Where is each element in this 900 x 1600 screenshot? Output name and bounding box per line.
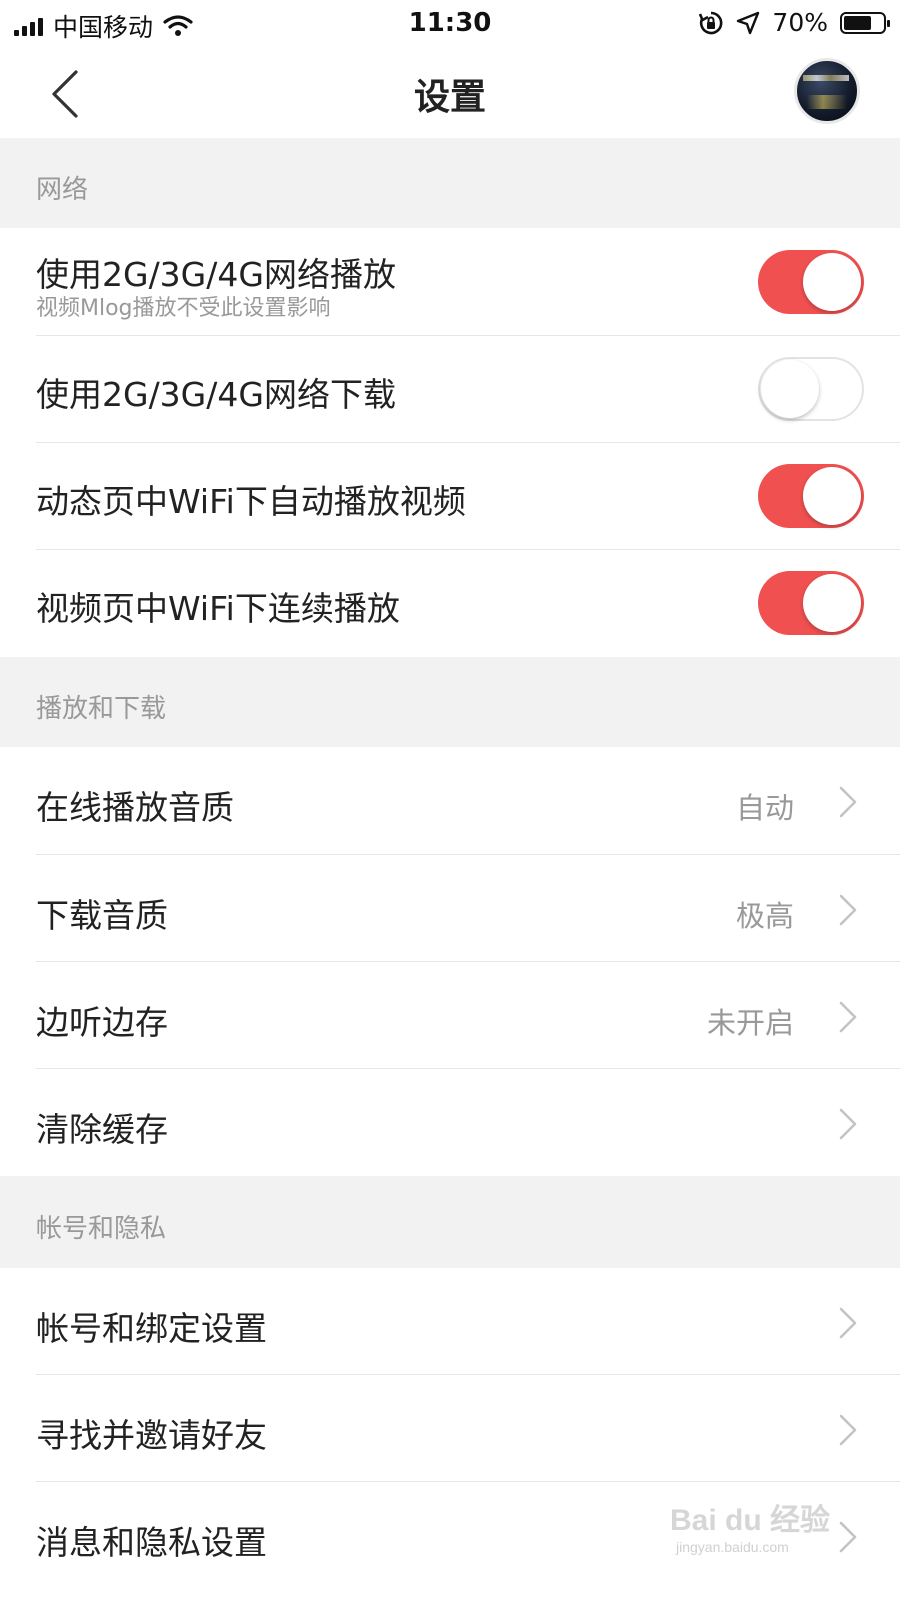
row-sublabel: 视频Mlog播放不受此设置影响 [36,296,331,321]
row-label: 寻找并邀请好友 [36,1416,267,1455]
setting-row-cache-while-listening[interactable]: 边听边存 未开启 [0,962,900,1069]
row-value: 自动 [735,791,794,825]
avatar[interactable] [794,58,860,124]
chevron-right-icon [839,1307,857,1339]
row-label: 使用2G/3G/4G网络播放 [36,255,396,294]
battery-icon [840,11,890,34]
row-label: 视频页中WiFi下连续播放 [36,589,400,628]
chevron-right-icon [839,1108,857,1140]
setting-row-stream-quality[interactable]: 在线播放音质 自动 [0,747,900,855]
status-bar: 中国移动 11:30 70% [0,0,900,48]
battery-percent: 70% [772,8,828,37]
setting-row-feed-autoplay: 动态页中WiFi下自动播放视频 [0,443,900,550]
row-label: 清除缓存 [36,1110,168,1149]
row-label: 帐号和绑定设置 [36,1309,267,1348]
row-label: 使用2G/3G/4G网络下载 [36,375,396,414]
setting-row-clear-cache[interactable]: 清除缓存 [0,1069,900,1176]
chevron-right-icon [839,1001,857,1033]
chevron-right-icon [839,894,857,926]
chevron-right-icon [839,1414,857,1446]
row-value: 极高 [735,899,794,933]
section-header-account: 帐号和隐私 [0,1176,900,1268]
page-title: 设置 [413,77,486,118]
setting-row-download-quality[interactable]: 下载音质 极高 [0,855,900,962]
row-label: 消息和隐私设置 [36,1523,267,1562]
toggle-mobile-play[interactable] [758,250,864,314]
chevron-right-icon [839,1521,857,1553]
row-label: 在线播放音质 [36,788,234,827]
baidu-paw-logo-icon: Bai du 经验 jingyan.baidu.com [670,1503,830,1555]
toggle-mobile-download[interactable] [758,357,864,421]
row-label: 下载音质 [36,896,168,935]
row-label: 动态页中WiFi下自动播放视频 [36,482,466,521]
row-value: 未开启 [706,1006,794,1040]
nav-bar: 设置 [0,48,900,138]
watermark-brand: Bai du 经验 [670,1503,830,1537]
avatar-image-road [807,95,847,109]
status-right: 70% [698,8,890,37]
section-header-playback: 播放和下载 [0,657,900,747]
setting-row-account-binding[interactable]: 帐号和绑定设置 [0,1268,900,1375]
location-arrow-icon [737,11,760,34]
chevron-right-icon [839,786,857,818]
toggle-feed-autoplay[interactable] [758,464,864,528]
baidu-jingyan-watermark: Bai du 经验 jingyan.baidu.com [670,1498,840,1562]
setting-row-invite-friends[interactable]: 寻找并邀请好友 [0,1375,900,1482]
rotation-lock-icon [699,11,723,34]
setting-row-video-continuous: 视频页中WiFi下连续播放 [0,550,900,657]
toggle-video-continuous[interactable] [758,571,864,635]
setting-row-mobile-download: 使用2G/3G/4G网络下载 [0,336,900,443]
watermark-url: jingyan.baidu.com [675,1539,789,1555]
row-label: 边听边存 [36,1003,168,1042]
battery-level [844,15,871,30]
section-header-network: 网络 [0,138,900,228]
setting-row-mobile-play: 使用2G/3G/4G网络播放 视频Mlog播放不受此设置影响 [0,228,900,336]
avatar-image-lights [803,75,849,81]
